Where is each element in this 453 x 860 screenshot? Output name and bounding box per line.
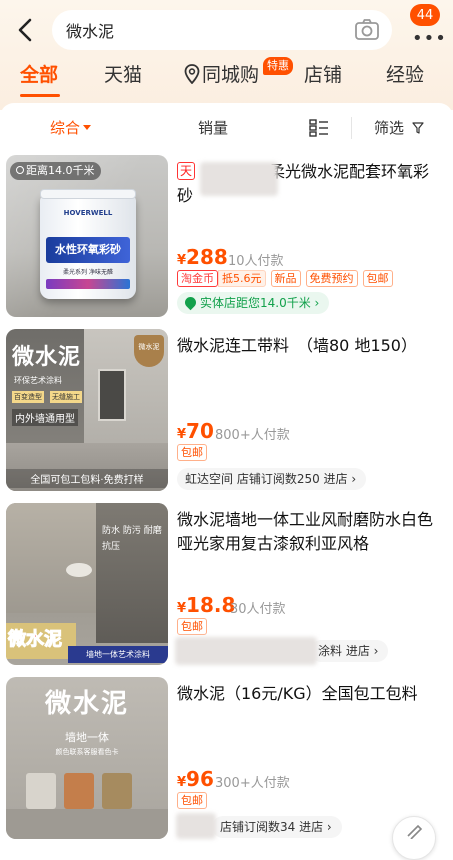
paid-count: 300+人付款 [215, 776, 290, 791]
censored-blur [176, 813, 216, 839]
product-image[interactable]: 微水泥 墙地一体 颜色联系客服看色卡 [6, 677, 168, 839]
tag: 免费预约 [305, 270, 358, 287]
filter-button[interactable]: 筛选 [374, 117, 424, 138]
product-title[interactable]: 微水泥连工带料 （墙80 地150） [177, 334, 439, 358]
back-arrow-icon[interactable] [14, 16, 38, 44]
store-label: 虹达空间 店铺订阅数250 进店 [185, 472, 348, 486]
tab-same-city-label: 同城购 [202, 64, 260, 86]
sort-label: 综合 [50, 119, 81, 137]
promo-tags: 包邮 [177, 618, 207, 635]
store-link[interactable]: 店铺订阅数34 进店 › [212, 816, 342, 838]
more-dots-icon[interactable]: ••• [412, 28, 447, 49]
price: ¥96 [177, 767, 214, 791]
paint-bucket: HOVERWELL 水性环氧彩砂 柔光系列 净味无醛 [40, 189, 136, 299]
special-offer-badge: 特惠 [263, 57, 293, 75]
paid-count: 10人付款 [228, 254, 284, 269]
censored-blur [175, 637, 317, 665]
tag: 包邮 [177, 792, 207, 809]
product-image[interactable]: 距离14.0千米 HOVERWELL 水性环氧彩砂 柔光系列 净味无醛 [6, 155, 168, 317]
caret-down-icon [83, 125, 92, 130]
price: ¥18.8 [177, 593, 236, 617]
tag: 新品 [270, 270, 301, 287]
location-pin-icon [184, 64, 200, 84]
location-icon [182, 294, 199, 311]
promo-tags: 包邮 [177, 444, 207, 461]
product-card[interactable]: 微水泥 环保艺术涂料 百变造型 无缝施工 内外墙通用型 全国可包工包料·免费打样… [0, 329, 453, 497]
store-link[interactable]: 实体店距您14.0千米 › [177, 292, 330, 314]
price: ¥70 [177, 419, 214, 443]
sales-sort-button[interactable]: 销量 [198, 117, 228, 138]
image-line: 墙地一体 [65, 731, 109, 744]
promo-tags: 包邮 [177, 792, 207, 809]
image-title: 微水泥 [44, 689, 129, 719]
tag: 包邮 [177, 618, 207, 635]
sort-dropdown[interactable]: 综合 [50, 117, 92, 138]
promo-tags: 淘金币 抵5.6元 新品 免费预约 包邮 [177, 270, 393, 287]
product-card[interactable]: 防水 防污 耐磨 抗压 微水泥 墙地一体艺术涂料 微水泥墙地一体工业风耐磨防水白… [0, 503, 453, 671]
bucket-tagline: 柔光系列 净味无醛 [63, 269, 113, 276]
edit-icon [407, 825, 423, 839]
store-label: 店铺订阅数34 进店 [220, 820, 324, 834]
camera-icon[interactable] [354, 18, 380, 42]
category-tabs: 全部 天猫 同城购 店铺 经验 [0, 58, 453, 98]
search-query[interactable]: 微水泥 [66, 18, 114, 42]
filter-label: 筛选 [374, 119, 405, 137]
message-count-badge: 44 [410, 4, 440, 26]
tab-all[interactable]: 全部 [20, 58, 58, 92]
image-chip: 百变造型 [12, 391, 44, 403]
filter-bar: 综合 销量 筛选 [0, 103, 453, 151]
price: ¥288 [177, 245, 228, 269]
bucket-brand: HOVERWELL [63, 209, 113, 217]
tab-shops[interactable]: 店铺 [304, 58, 342, 92]
store-link[interactable]: 虹达空间 店铺订阅数250 进店 › [177, 468, 367, 490]
product-card[interactable]: 微水泥 墙地一体 颜色联系客服看色卡 微水泥（16元/KG）全国包工包料 ¥96… [0, 677, 453, 845]
bucket-product-label: 水性环氧彩砂 [46, 237, 130, 263]
store-label: 实体店距您14.0千米 [200, 296, 311, 310]
floating-feedback-button[interactable] [392, 816, 436, 860]
tag: 包邮 [177, 444, 207, 461]
product-image[interactable]: 防水 防污 耐磨 抗压 微水泥 墙地一体艺术涂料 [6, 503, 168, 665]
image-side-text: 防水 防污 耐磨 抗压 [102, 526, 162, 552]
distance-label: 距离14.0千米 [26, 164, 95, 177]
divider [351, 117, 352, 139]
price-value: 18.8 [186, 593, 236, 617]
tag: 抵5.6元 [218, 270, 266, 287]
tab-same-city[interactable]: 同城购 [184, 58, 259, 92]
product-card[interactable]: 距离14.0千米 HOVERWELL 水性环氧彩砂 柔光系列 净味无醛 天柔光微… [0, 155, 453, 323]
image-line: 内外墙通用型 [12, 409, 78, 426]
list-view-icon[interactable] [309, 119, 329, 137]
image-line: 环保艺术涂料 [14, 376, 62, 385]
image-logo: 微水泥 [8, 629, 63, 651]
image-bottom-banner: 全国可包工包料·免费打样 [6, 469, 168, 488]
price-value: 96 [186, 767, 214, 791]
paid-count: 800+人付款 [215, 428, 290, 443]
product-title[interactable]: 微水泥（16元/KG）全国包工包料 [177, 682, 439, 706]
tag: 淘金币 [177, 270, 218, 287]
brand-seal: 微水泥 [134, 335, 164, 367]
censored-blur [200, 162, 278, 196]
store-label: 涂料 进店 [318, 644, 370, 658]
tmall-badge: 天 [177, 162, 196, 180]
price-value: 288 [186, 245, 228, 269]
tag: 包邮 [362, 270, 393, 287]
tab-tmall[interactable]: 天猫 [104, 58, 142, 92]
search-bar[interactable]: 微水泥 [52, 10, 392, 50]
price-value: 70 [186, 419, 214, 443]
top-header: 微水泥 44 ••• 全部 天猫 同城购 店铺 经验 特惠 [0, 0, 453, 110]
active-tab-indicator [20, 94, 60, 97]
image-line: 颜色联系客服看色卡 [55, 748, 119, 756]
image-band: 墙地一体艺术涂料 [68, 646, 168, 663]
store-link[interactable]: 涂料 进店 › [310, 640, 389, 662]
funnel-icon [412, 122, 424, 134]
tab-experience[interactable]: 经验 [386, 58, 424, 92]
image-title: 微水泥 [12, 345, 82, 370]
paid-count: 30人付款 [230, 602, 286, 617]
image-chip: 无缝施工 [50, 391, 82, 403]
product-image[interactable]: 微水泥 环保艺术涂料 百变造型 无缝施工 内外墙通用型 全国可包工包料·免费打样… [6, 329, 168, 491]
distance-badge: 距离14.0千米 [10, 162, 101, 180]
product-title[interactable]: 微水泥墙地一体工业风耐磨防水白色哑光家用复古漆叙利亚风格 [177, 508, 439, 556]
